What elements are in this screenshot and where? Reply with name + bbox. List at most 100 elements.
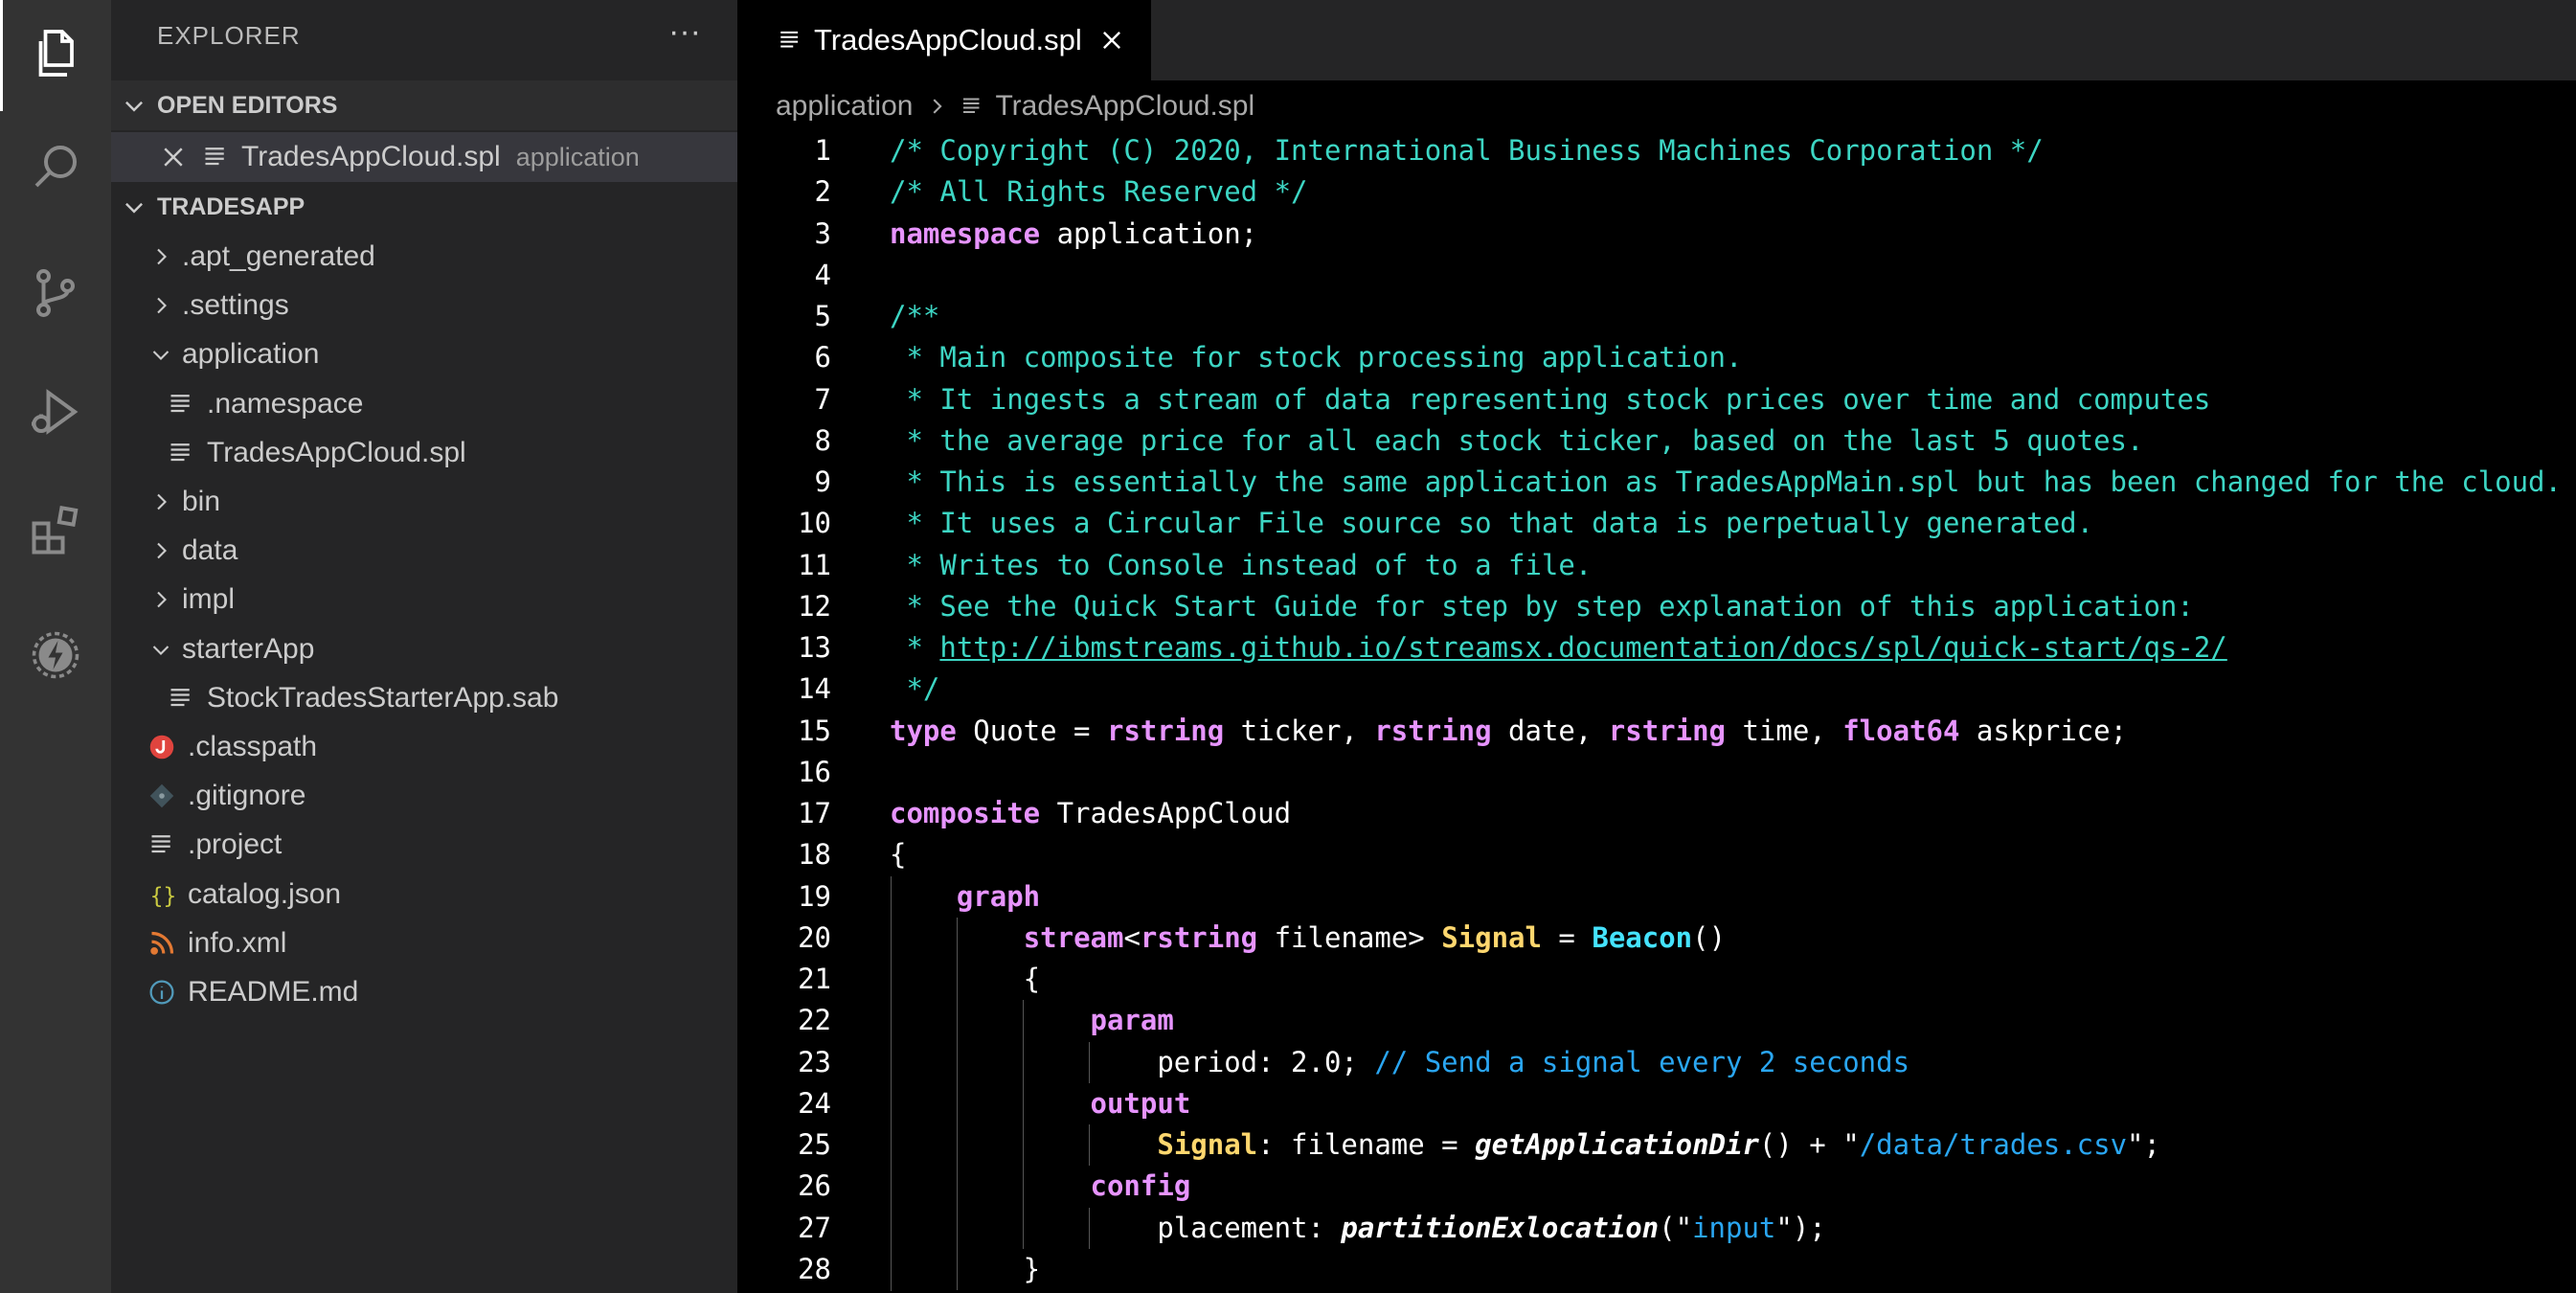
tree-folder[interactable]: application <box>111 329 737 379</box>
line-number: 10 <box>798 507 831 539</box>
tree-file[interactable]: info.xml <box>111 919 737 968</box>
code-line: 26 config <box>737 1166 2576 1207</box>
breadcrumb-folder[interactable]: application <box>776 90 913 123</box>
rss-icon <box>146 927 178 960</box>
tree-item-label: bin <box>182 486 221 517</box>
line-number: 8 <box>814 424 831 457</box>
code-line: 17 composite TradesAppCloud <box>737 793 2576 834</box>
json-braces-icon: {} <box>146 878 178 911</box>
line-number: 16 <box>798 756 831 788</box>
tree-folder[interactable]: bin <box>111 477 737 527</box>
line-number: 7 <box>814 383 831 416</box>
code-line: 24 output <box>737 1083 2576 1124</box>
sidebar-title: EXPLORER <box>157 21 301 50</box>
line-number: 21 <box>798 963 831 995</box>
code-line: 9 * This is essentially the same applica… <box>737 462 2576 503</box>
tree-file[interactable]: README.md <box>111 967 737 1017</box>
line-number: 26 <box>798 1169 831 1202</box>
code-text: graph <box>956 880 1041 913</box>
explorer-icon[interactable] <box>0 0 111 111</box>
file-lines-icon <box>165 437 197 469</box>
extensions-icon[interactable] <box>0 475 111 586</box>
tree-folder[interactable]: .settings <box>111 281 737 330</box>
chevron-right-icon <box>149 534 172 567</box>
code-text: param <box>1090 1004 1174 1036</box>
line-number: 4 <box>814 259 831 291</box>
code-text: } <box>890 1253 1041 1285</box>
line-number: 14 <box>798 672 831 705</box>
editor-tab-bar: TradesAppCloud.spl <box>737 0 2576 80</box>
file-lines-icon <box>199 141 232 173</box>
file-lines-icon <box>146 828 178 861</box>
code-text: * See the Quick Start Guide for step by … <box>890 590 2194 623</box>
tree-file[interactable]: StockTradesStarterApp.sab <box>111 673 737 723</box>
tree-folder[interactable]: starterApp <box>111 624 737 674</box>
open-editor-filename: TradesAppCloud.spl <box>241 141 501 172</box>
tree-item-label: .namespace <box>207 388 364 420</box>
tree-item-label: .gitignore <box>188 780 306 811</box>
tradesapp-section-header[interactable]: TRADESAPP <box>111 182 737 232</box>
streams-icon[interactable] <box>0 600 111 711</box>
tree-folder[interactable]: .apt_generated <box>111 232 737 282</box>
tree-folder[interactable]: impl <box>111 575 737 624</box>
code-text: Signal: filename = getApplicationDir() +… <box>1157 1128 2160 1161</box>
java-icon <box>146 731 178 763</box>
code-line: 19 graph <box>737 876 2576 918</box>
code-line: 5 /** <box>737 296 2576 337</box>
line-number: 6 <box>814 341 831 374</box>
line-number: 12 <box>798 590 831 623</box>
indent-guide <box>1089 1042 1090 1083</box>
file-lines-icon <box>165 682 197 715</box>
run-debug-icon[interactable] <box>0 356 111 467</box>
tree-item-label: .apt_generated <box>182 240 375 272</box>
close-tab-icon[interactable] <box>1099 28 1124 53</box>
close-icon[interactable] <box>157 141 190 173</box>
code-text: config <box>1090 1169 1191 1202</box>
line-number: 25 <box>798 1128 831 1161</box>
project-label: TRADESAPP <box>157 193 305 220</box>
tree-file[interactable]: .classpath <box>111 722 737 772</box>
tree-file[interactable]: .project <box>111 820 737 870</box>
more-actions-button[interactable]: ··· <box>668 13 701 51</box>
tree-file[interactable]: .namespace <box>111 379 737 429</box>
code-text: */ <box>890 672 940 705</box>
tree-item-label: data <box>182 534 238 566</box>
breadcrumb-file[interactable]: TradesAppCloud.spl <box>995 90 1254 123</box>
tree-item-label: impl <box>182 583 236 615</box>
code-editor[interactable]: 1 /* Copyright (C) 2020, International Bu… <box>737 130 2576 1293</box>
code-text: placement: partitionExlocation("input"); <box>890 1212 1826 1244</box>
code-line: 4 <box>737 255 2576 296</box>
code-text: { <box>890 838 907 871</box>
code-line: 21 { <box>737 959 2576 1000</box>
search-icon[interactable] <box>0 111 111 222</box>
line-number: 13 <box>798 631 831 664</box>
code-text: type Quote = rstring ticker, rstring dat… <box>890 715 2128 747</box>
code-text: * It ingests a stream of data representi… <box>890 383 2211 416</box>
tree-file[interactable]: TradesAppCloud.spl <box>111 428 737 478</box>
source-control-icon[interactable] <box>0 238 111 349</box>
chevron-right-icon <box>926 96 947 117</box>
tab-tradesappcloud[interactable]: TradesAppCloud.spl <box>737 0 1151 80</box>
git-icon <box>146 780 178 812</box>
code-text: /* Copyright (C) 2020, International Bus… <box>890 134 2044 167</box>
code-line: 8 * the average price for all each stock… <box>737 420 2576 462</box>
open-editors-section-header[interactable]: OPEN EDITORS <box>111 80 737 130</box>
indent-guide <box>891 876 892 1291</box>
code-line: 1 /* Copyright (C) 2020, International Bu… <box>737 130 2576 171</box>
code-line: 6 * Main composite for stock processing … <box>737 337 2576 378</box>
tree-item-label: StockTradesStarterApp.sab <box>207 682 559 714</box>
line-number: 20 <box>798 921 831 954</box>
vscode-window: EXPLORER ··· OPEN EDITORS TradesAppCloud… <box>0 0 2576 1293</box>
open-editor-item[interactable]: TradesAppCloud.spl application <box>111 132 737 182</box>
chevron-down-icon <box>111 93 157 118</box>
chevron-down-icon <box>149 338 172 371</box>
code-text: /* All Rights Reserved */ <box>890 175 1308 208</box>
line-number: 22 <box>798 1004 831 1036</box>
tree-item-label: application <box>182 338 320 370</box>
tree-file[interactable]: {} catalog.json <box>111 870 737 919</box>
activity-bar <box>0 0 111 1293</box>
line-number: 24 <box>798 1087 831 1120</box>
tree-folder[interactable]: data <box>111 526 737 576</box>
breadcrumb: application TradesAppCloud.spl <box>776 82 1254 130</box>
tree-file[interactable]: .gitignore <box>111 771 737 821</box>
